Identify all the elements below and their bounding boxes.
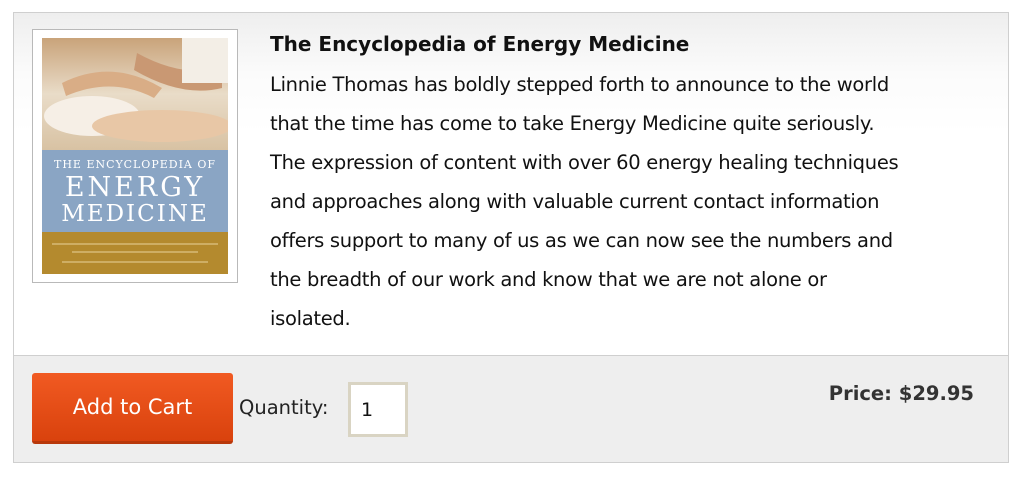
description-line: offers support to many of us as we can n… <box>270 229 893 252</box>
product-card: THE ENCYCLOPEDIA OF ENERGY MEDICINE The … <box>13 12 1009 463</box>
description-line: the breadth of our work and know that we… <box>270 268 827 291</box>
cover-title-line1: ENERGY <box>64 172 206 203</box>
product-details: THE ENCYCLOPEDIA OF ENERGY MEDICINE The … <box>14 13 1008 355</box>
purchase-bar: Add to Cart Quantity: Price: $29.95 <box>14 356 1008 462</box>
description-line: The expression of content with over 60 e… <box>270 151 899 174</box>
description-line: Linnie Thomas has boldly stepped forth t… <box>270 73 889 96</box>
cover-subtitle: THE ENCYCLOPEDIA OF <box>53 158 217 171</box>
description-line: and approaches along with valuable curre… <box>270 190 880 213</box>
description-line: that the time has come to take Energy Me… <box>270 112 875 135</box>
product-title[interactable]: The Encyclopedia of Energy Medicine <box>270 31 1000 57</box>
add-to-cart-button[interactable]: Add to Cart <box>32 373 233 444</box>
book-cover-image: THE ENCYCLOPEDIA OF ENERGY MEDICINE <box>42 38 228 274</box>
price-label: Price: $29.95 <box>828 382 974 405</box>
quantity-input[interactable] <box>348 382 408 437</box>
book-cover-art <box>42 38 228 274</box>
description-line: isolated. <box>270 307 351 330</box>
product-info: The Encyclopedia of Energy Medicine Linn… <box>270 31 1000 338</box>
product-description: Linnie Thomas has boldly stepped forth t… <box>270 65 1000 338</box>
quantity-label: Quantity: <box>239 396 329 419</box>
book-cover-frame[interactable]: THE ENCYCLOPEDIA OF ENERGY MEDICINE <box>32 29 238 283</box>
cover-title-line2: MEDICINE <box>61 201 209 227</box>
